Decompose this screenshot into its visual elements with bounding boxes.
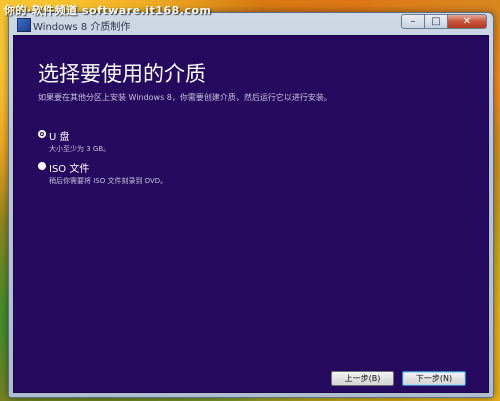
option-usb-description: 大小至少为 3 GB。 bbox=[49, 145, 111, 153]
site-watermark: 你的·软件频道 software.it168.com bbox=[4, 4, 212, 17]
caption-buttons: – □ ✕ bbox=[401, 14, 487, 30]
maximize-button[interactable]: □ bbox=[424, 14, 448, 29]
radio-usb-selected[interactable] bbox=[38, 130, 46, 138]
back-button[interactable]: 上一步(B) bbox=[331, 371, 394, 386]
page-subtitle: 如果要在其他分区上安装 Windows 8，你需要创建介质，然后运行它以进行安装… bbox=[38, 93, 332, 102]
window-title: Windows 8 介质制作 bbox=[33, 22, 131, 33]
minimize-button[interactable]: – bbox=[401, 14, 425, 29]
setup-window: Windows 8 介质制作 – □ ✕ 选择要使用的介质 如果要在其他分区上安… bbox=[8, 12, 494, 398]
next-button[interactable]: 下一步(N) bbox=[402, 371, 466, 386]
page-title: 选择要使用的介质 bbox=[38, 62, 206, 86]
option-usb-label: U 盘 bbox=[49, 132, 70, 143]
windows-app-icon bbox=[17, 18, 31, 32]
option-iso-description: 稍后你需要将 ISO 文件刻录到 DVD。 bbox=[49, 177, 168, 185]
radio-iso[interactable] bbox=[38, 162, 46, 170]
option-iso-label: ISO 文件 bbox=[49, 164, 90, 175]
close-button[interactable]: ✕ bbox=[447, 14, 487, 29]
setup-content: 选择要使用的介质 如果要在其他分区上安装 Windows 8，你需要创建介质，然… bbox=[13, 35, 489, 393]
